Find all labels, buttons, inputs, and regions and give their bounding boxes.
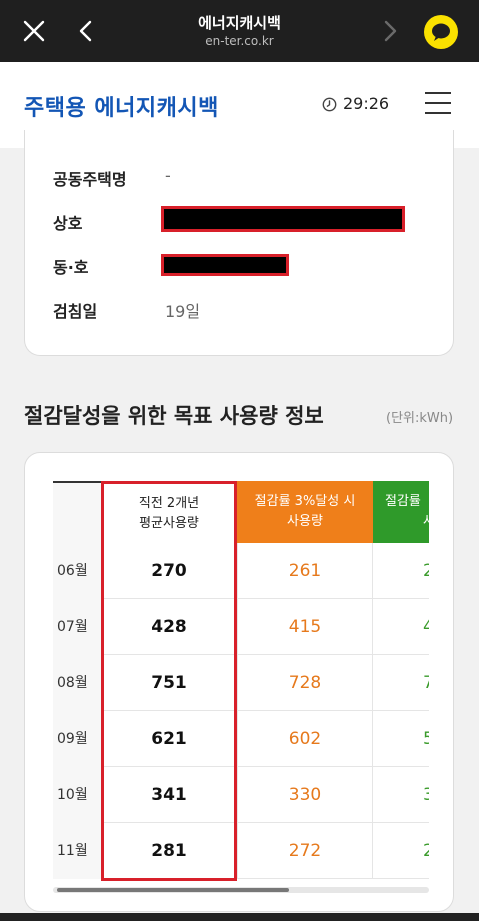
bottom-strip (0, 913, 479, 921)
unit-label: (단위:kWh) (386, 411, 454, 426)
scrollbar-thumb[interactable] (57, 888, 289, 892)
row-three: 272 (237, 823, 373, 879)
row-three: 415 (237, 599, 373, 655)
row-five: 2 (373, 823, 429, 879)
header-three-line2: 사용량 (287, 514, 323, 529)
info-value-complex: - (165, 166, 171, 185)
info-value-meter-date: 19일 (165, 302, 201, 321)
browser-top-bar: 에너지캐시백 en-ter.co.kr (0, 0, 479, 62)
header-five-line1: 절감률 (385, 494, 421, 509)
hamburger-menu-icon[interactable] (425, 92, 451, 114)
row-three: 602 (237, 711, 373, 767)
browser-title: 에너지캐시백 (198, 14, 281, 32)
info-label-complex: 공동주택명 (53, 170, 127, 189)
account-info-card: 공동주택명 - 상호 동·호 검침일 19일 (24, 130, 454, 356)
forward-icon[interactable] (380, 19, 400, 43)
row-month: 09월 (53, 711, 101, 767)
row-five: 4 (373, 599, 429, 655)
row-five: 3 (373, 767, 429, 823)
row-three: 330 (237, 767, 373, 823)
header-five-percent: 절감률 사 (373, 481, 429, 543)
header-three-percent: 절감률 3%달성 시 사용량 (237, 481, 373, 543)
info-label-meter-date: 검침일 (53, 302, 98, 321)
info-label-unit: 동·호 (53, 258, 89, 277)
session-timer: 29:26 (343, 94, 390, 113)
kakao-chat-icon[interactable] (424, 15, 458, 49)
row-month: 11월 (53, 823, 101, 879)
header-five-line2: 사 (385, 512, 429, 532)
browser-url: en-ter.co.kr (205, 34, 274, 48)
target-usage-card: 직전 2개년 평균사용량 절감률 3%달성 시 사용량 절감률 사 06월 27… (24, 452, 454, 912)
row-five: 2 (373, 543, 429, 599)
row-month: 10월 (53, 767, 101, 823)
row-five: 7 (373, 655, 429, 711)
row-five: 5 (373, 711, 429, 767)
row-month: 07월 (53, 599, 101, 655)
row-month: 06월 (53, 543, 101, 599)
clock-icon (322, 97, 337, 112)
table-horizontal-scrollbar[interactable] (53, 887, 429, 893)
brand-logo[interactable]: 주택용 에너지캐시백 (24, 90, 219, 122)
header-three-line1: 절감률 3%달성 시 (254, 494, 356, 509)
header-month (53, 481, 101, 543)
row-three: 261 (237, 543, 373, 599)
row-month: 08월 (53, 655, 101, 711)
avg-column-highlight (101, 481, 237, 881)
target-usage-table[interactable]: 직전 2개년 평균사용량 절감률 3%달성 시 사용량 절감률 사 06월 27… (53, 481, 429, 881)
section-title: 절감달성을 위한 목표 사용량 정보 (24, 404, 324, 428)
redacted-business-name (161, 206, 405, 232)
redacted-unit (161, 254, 289, 276)
row-three: 728 (237, 655, 373, 711)
info-label-business-name: 상호 (53, 214, 83, 233)
